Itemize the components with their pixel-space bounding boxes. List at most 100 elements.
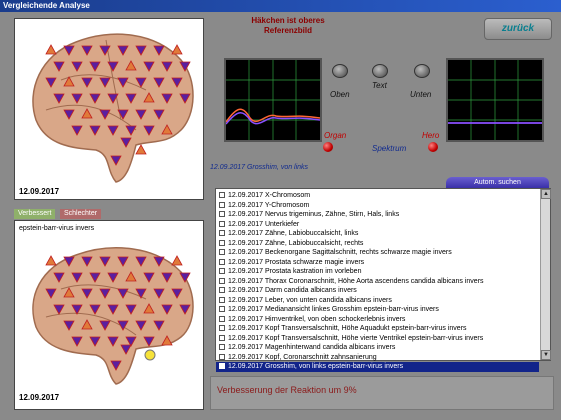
window-title: Vergleichende Analyse xyxy=(0,0,561,12)
list-item[interactable]: 12.09.2017 Kopf Transversalschnitt, Höhe… xyxy=(216,334,539,344)
hint-line-1: Häkchen ist oberes xyxy=(251,16,325,25)
marker-icon xyxy=(171,255,183,266)
right-scope-graph xyxy=(448,60,542,140)
marker-icon xyxy=(135,144,147,155)
list-item[interactable]: 12.09.2017 Medianansicht linkes Grosshim… xyxy=(216,305,539,315)
checkbox[interactable] xyxy=(219,258,225,265)
hero-label: Hero xyxy=(422,131,440,140)
list-item-label: 12.09.2017 Zähne, Labiobuccalsicht, link… xyxy=(228,230,359,237)
brain-image-bottom xyxy=(32,247,194,385)
list-item-label: 12.09.2017 Thorax Coronarschnitt, Höhe A… xyxy=(228,277,484,285)
list-item[interactable]: 12.09.2017 Zähne, Labiobuccalsicht, link… xyxy=(216,229,539,239)
list-item-label: 12.09.2017 Nervus trigeminus, Zähne, Sti… xyxy=(228,211,400,218)
list-item-label: 12.09.2017 Medianansicht linkes Grosshim… xyxy=(228,306,439,313)
list-item[interactable]: 12.09.2017 Kopf Transversalschnitt, Höhe… xyxy=(216,324,539,334)
list-item[interactable]: 12.09.2017 Beckenorgane Sagittalschnitt,… xyxy=(216,248,539,258)
checkbox[interactable] xyxy=(219,363,225,370)
list-item[interactable]: 12.09.2017 Leber, von unten candida albi… xyxy=(216,296,539,306)
brain-image-top xyxy=(32,33,194,183)
list-item-label: 12.09.2017 Kopf Transversalschnitt, Höhe… xyxy=(228,325,467,332)
checkbox[interactable] xyxy=(219,325,225,332)
checkbox[interactable] xyxy=(219,306,225,313)
checkbox[interactable] xyxy=(219,277,225,284)
checkbox[interactable] xyxy=(219,344,225,351)
list-item[interactable]: 12.09.2017 Magenhinterwand candida albic… xyxy=(216,343,539,353)
list-items: 12.09.2017 X-Chromosom 12.09.2017 Y-Chrom… xyxy=(216,191,539,372)
checkbox[interactable] xyxy=(219,249,225,256)
marker-icon xyxy=(45,44,57,55)
highlight-marker xyxy=(144,349,156,361)
list-item-label: 12.09.2017 Y-Chromosom xyxy=(228,201,310,209)
text-label: Text xyxy=(372,81,387,90)
spektrum-label: Spektrum xyxy=(372,144,407,153)
list-item-label: 12.09.2017 Prostata schwarze magie inver… xyxy=(228,258,365,266)
status-bar: Verbesserung der Reaktion um 9% xyxy=(210,376,554,410)
checkbox[interactable] xyxy=(219,334,225,341)
list-item[interactable]: 12.09.2017 Unterkiefer xyxy=(216,220,539,230)
bottom-brain-panel[interactable]: epstein-barr-virus invers 12.09.2017 xyxy=(14,220,204,410)
list-item[interactable]: 12.09.2017 Hirnventrikel, von oben schoc… xyxy=(216,315,539,325)
list-item-label: 12.09.2017 Leber, von unten candida albi… xyxy=(228,296,392,304)
top-brain-panel[interactable]: 12.09.2017 xyxy=(14,18,204,200)
auto-search-button[interactable]: Autom. suchen xyxy=(446,177,549,188)
list-item-label: 12.09.2017 X-Chromosom xyxy=(228,192,311,199)
hint-text: Häkchen ist oberes Referenzbild xyxy=(228,16,348,36)
organ-button[interactable] xyxy=(323,142,333,152)
marker-icon xyxy=(45,255,57,266)
marker-icon xyxy=(171,44,183,55)
checkbox[interactable] xyxy=(219,353,225,360)
bottom-date: 12.09.2017 xyxy=(19,393,60,402)
checkbox[interactable] xyxy=(219,220,225,227)
checkbox[interactable] xyxy=(219,287,225,294)
checkbox[interactable] xyxy=(219,296,225,303)
list-item[interactable]: 12.09.2017 Nervus trigeminus, Zähne, Sti… xyxy=(216,210,539,220)
list-item[interactable]: 12.09.2017 Y-Chromosom xyxy=(216,201,539,211)
list-item-label: 12.09.2017 Kopf Transversalschnitt, Höhe… xyxy=(228,334,484,342)
checkbox[interactable] xyxy=(219,201,225,208)
list-item-label: 12.09.2017 Prostata kastration im vorleb… xyxy=(228,268,362,275)
checkbox[interactable] xyxy=(219,230,225,237)
checkbox[interactable] xyxy=(219,315,225,322)
list-scrollbar[interactable]: ▲ ▼ xyxy=(540,189,551,360)
list-item-label: 12.09.2017 Beckenorgane Sagittalschnitt,… xyxy=(228,249,452,256)
checkbox[interactable] xyxy=(219,239,225,246)
tab-worsened[interactable]: Schlechter xyxy=(60,209,102,219)
hint-line-2: Referenzbild xyxy=(263,26,312,35)
checkbox[interactable] xyxy=(219,211,225,218)
list-item-label: 12.09.2017 Grosshim, von links epstein-b… xyxy=(228,363,404,370)
list-item[interactable]: 12.09.2017 Prostata schwarze magie inver… xyxy=(216,258,539,268)
checkbox[interactable] xyxy=(219,192,225,199)
back-button[interactable]: zurück xyxy=(484,18,552,40)
list-item-label: 12.09.2017 Darm candida albicans invers xyxy=(228,287,357,294)
organ-label: Organ xyxy=(324,131,347,140)
list-item-label: 12.09.2017 Kopf, Coronarschnitt zahnsani… xyxy=(228,353,377,361)
scroll-down-button[interactable]: ▼ xyxy=(541,350,551,360)
list-item[interactable]: 12.09.2017 Darm candida albicans invers xyxy=(216,286,539,296)
left-scope xyxy=(224,58,322,142)
analysis-list[interactable]: 12.09.2017 X-Chromosom 12.09.2017 Y-Chrom… xyxy=(215,188,551,372)
list-item-label: 12.09.2017 Unterkiefer xyxy=(228,220,300,228)
list-item[interactable]: 12.09.2017 Grosshim, von links epstein-b… xyxy=(216,362,539,372)
list-item[interactable]: 12.09.2017 Kopf, Coronarschnitt zahnsani… xyxy=(216,353,539,363)
oben-knob[interactable] xyxy=(332,64,348,78)
unten-knob[interactable] xyxy=(414,64,430,78)
oben-label: Oben xyxy=(330,90,350,99)
right-scope xyxy=(446,58,544,142)
list-item[interactable]: 12.09.2017 Prostata kastration im vorleb… xyxy=(216,267,539,277)
left-scope-graph xyxy=(225,60,321,140)
list-item[interactable]: 12.09.2017 Zähne, Labiobuccalsicht, rech… xyxy=(216,239,539,249)
checkbox[interactable] xyxy=(219,268,225,275)
status-text: Verbesserung der Reaktion um 9% xyxy=(217,385,357,395)
list-item[interactable]: 12.09.2017 X-Chromosom xyxy=(216,191,539,201)
caption: 12.09.2017 Grosshim, von links xyxy=(210,164,309,171)
list-item[interactable]: 12.09.2017 Thorax Coronarschnitt, Höhe A… xyxy=(216,277,539,287)
top-date: 12.09.2017 xyxy=(19,187,60,196)
scroll-up-button[interactable]: ▲ xyxy=(541,189,551,199)
hero-button[interactable] xyxy=(428,142,438,152)
bottom-label: epstein-barr-virus invers xyxy=(19,225,95,232)
list-item-label: 12.09.2017 Magenhinterwand candida albic… xyxy=(228,344,396,351)
list-item-label: 12.09.2017 Zähne, Labiobuccalsicht, rech… xyxy=(228,239,364,247)
list-item-label: 12.09.2017 Hirnventrikel, von oben schoc… xyxy=(228,315,406,323)
tab-improved[interactable]: Verbessert xyxy=(14,209,56,219)
text-knob[interactable] xyxy=(372,64,388,78)
